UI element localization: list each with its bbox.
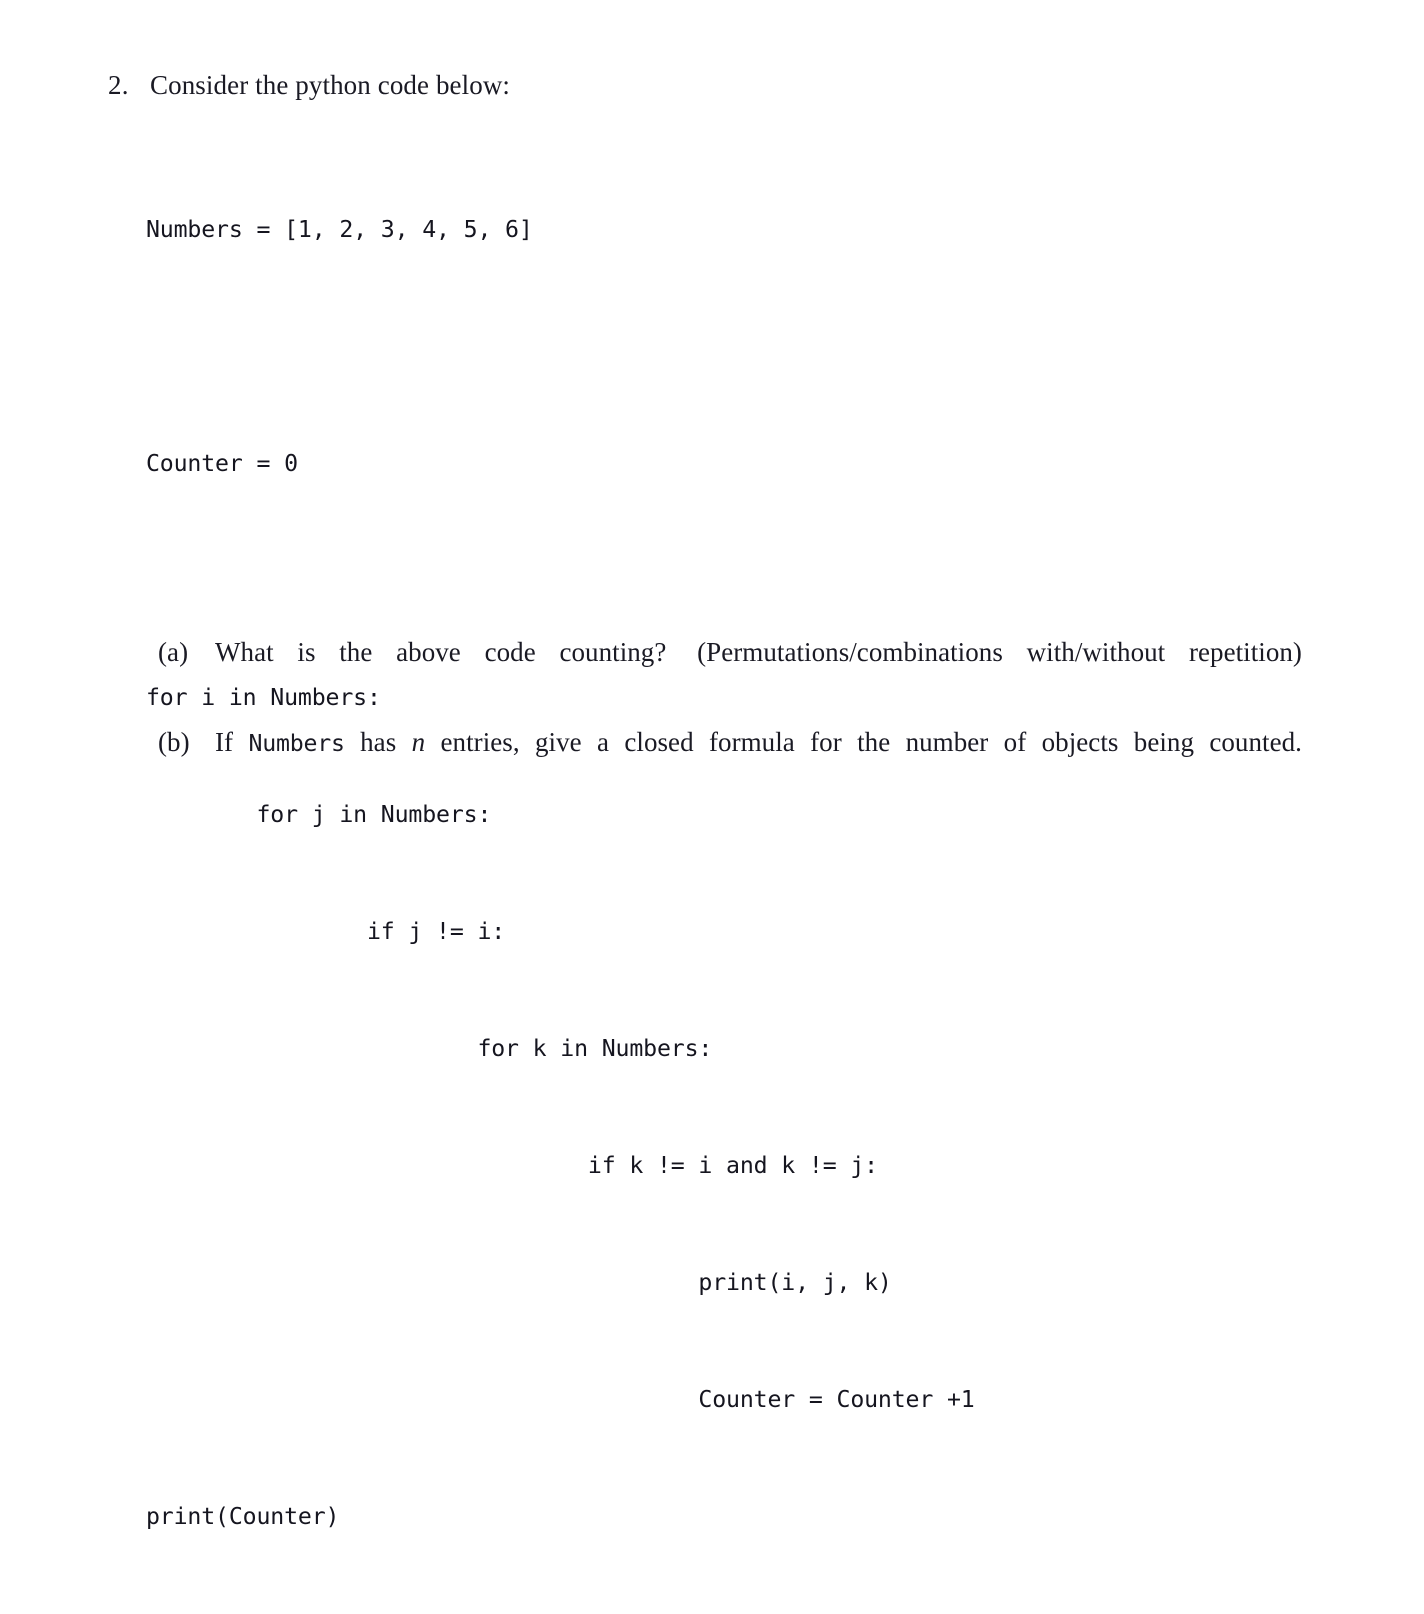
subitem-a-label: (a) <box>158 637 189 667</box>
code-line: Numbers = [1, 2, 3, 4, 5, 6] <box>146 216 533 243</box>
code-line: print(i, j, k) <box>146 1269 892 1296</box>
subitem-a-text: What is the above code counting? (Permut… <box>215 632 1302 712</box>
code-line: Counter = Counter +1 <box>146 1386 975 1413</box>
subitem-a: (a) What is the above code counting? (Pe… <box>158 632 1302 712</box>
subitem-b-label: (b) <box>158 727 190 757</box>
subitem-b-math-symbol: n <box>411 727 426 757</box>
python-code-block: Numbers = [1, 2, 3, 4, 5, 6] Counter = 0… <box>146 132 975 1614</box>
document-page: 2. Consider the python code below: Numbe… <box>0 0 1424 1530</box>
subitem-a-parenthetical: (Permutations/combinations with/without … <box>697 637 1302 667</box>
problem-title: Consider the python code below: <box>150 70 511 100</box>
code-line: if j != i: <box>146 918 506 945</box>
problem-item: 2. Consider the python code below: <box>108 66 1308 104</box>
subitem-b-variable-name: Numbers <box>248 730 345 757</box>
subitem-b: (b) If Numbers has n entries, give a clo… <box>158 722 1302 804</box>
subitem-b-mid: has <box>360 727 397 757</box>
subitem-b-tail: entries, give a closed formula for the n… <box>440 727 1302 757</box>
problem-number: 2. <box>108 70 129 100</box>
subitem-a-question: What is the above code counting? <box>215 637 667 667</box>
subitem-list: (a) What is the above code counting? (Pe… <box>158 632 1302 804</box>
subitem-b-text: If Numbers has n entries, give a closed … <box>215 722 1302 804</box>
code-line: print(Counter) <box>146 1503 340 1530</box>
subitem-b-lead: If <box>215 727 234 757</box>
code-line: if k != i and k != j: <box>146 1152 878 1179</box>
code-line: for k in Numbers: <box>146 1035 713 1062</box>
code-line: Counter = 0 <box>146 450 298 477</box>
